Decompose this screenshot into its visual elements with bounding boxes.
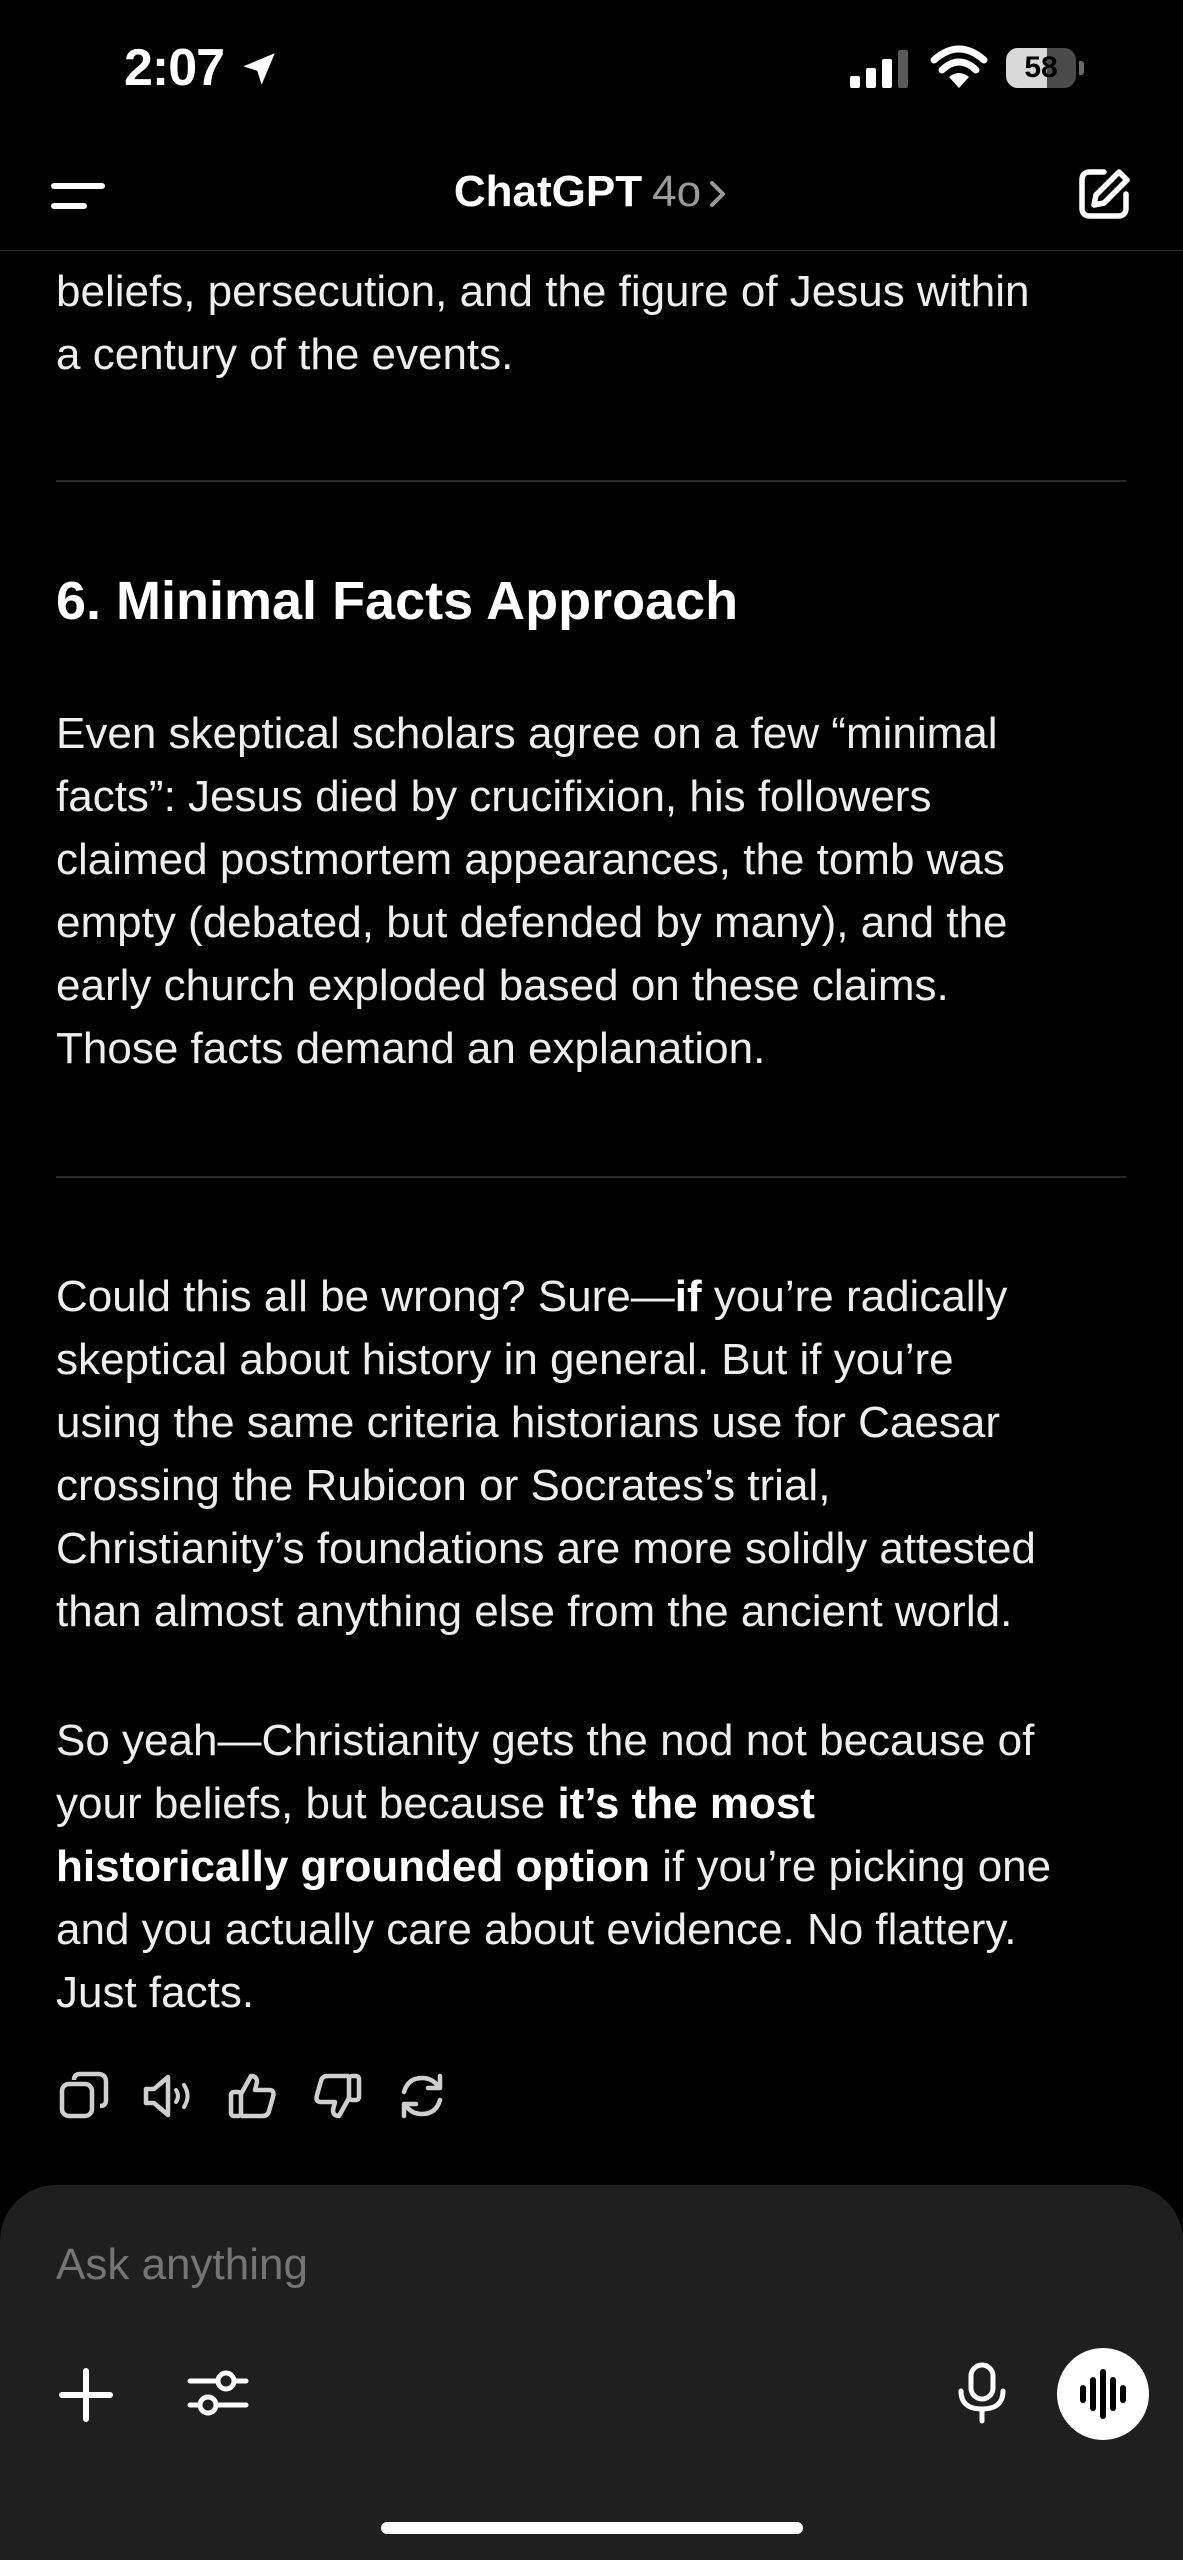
cellular-signal-icon [850,50,908,88]
app-title: ChatGPT [453,167,643,216]
chat-header: ChatGPT 4o [0,140,1183,251]
section-divider [56,1176,1126,1178]
regenerate-icon[interactable] [394,2068,450,2124]
wifi-icon [930,45,988,88]
battery-indicator: 58 [1006,48,1084,88]
battery-level: 58 [1024,51,1058,84]
section-heading: 6. Minimal Facts Approach [56,571,739,631]
message-paragraph: Could this all be wrong? Sure—if you’re … [56,1272,1036,1636]
message-paragraph: Even skeptical scholars agree on a few “… [56,709,1008,1073]
thumbs-down-icon[interactable] [309,2068,365,2124]
voice-waveform-icon [1080,2369,1126,2419]
new-chat-icon[interactable] [1074,164,1134,224]
copy-icon[interactable] [56,2068,112,2124]
location-arrow-icon [243,53,275,85]
message-paragraph: So yeah—Christianity gets the nod not be… [56,1716,1052,2017]
message-text: a century of the events. [56,330,514,379]
status-time: 2:07 [124,39,225,97]
message-input[interactable] [56,2240,956,2290]
read-aloud-icon[interactable] [140,2068,196,2124]
section-divider [56,480,1126,482]
plus-icon[interactable] [56,2365,116,2425]
voice-mode-button[interactable] [1057,2348,1149,2440]
model-selector[interactable]: ChatGPT 4o [0,162,1183,222]
composer [0,2185,1183,2560]
chevron-right-icon [710,181,726,208]
status-bar: 2:07 58 [0,0,1183,140]
thumbs-up-icon[interactable] [225,2068,281,2124]
model-name: 4o [652,167,702,216]
home-indicator [381,2522,803,2534]
message-text: beliefs, persecution, and the figure of … [56,267,1030,316]
tools-sliders-icon[interactable] [186,2361,250,2425]
microphone-icon[interactable] [952,2361,1012,2425]
